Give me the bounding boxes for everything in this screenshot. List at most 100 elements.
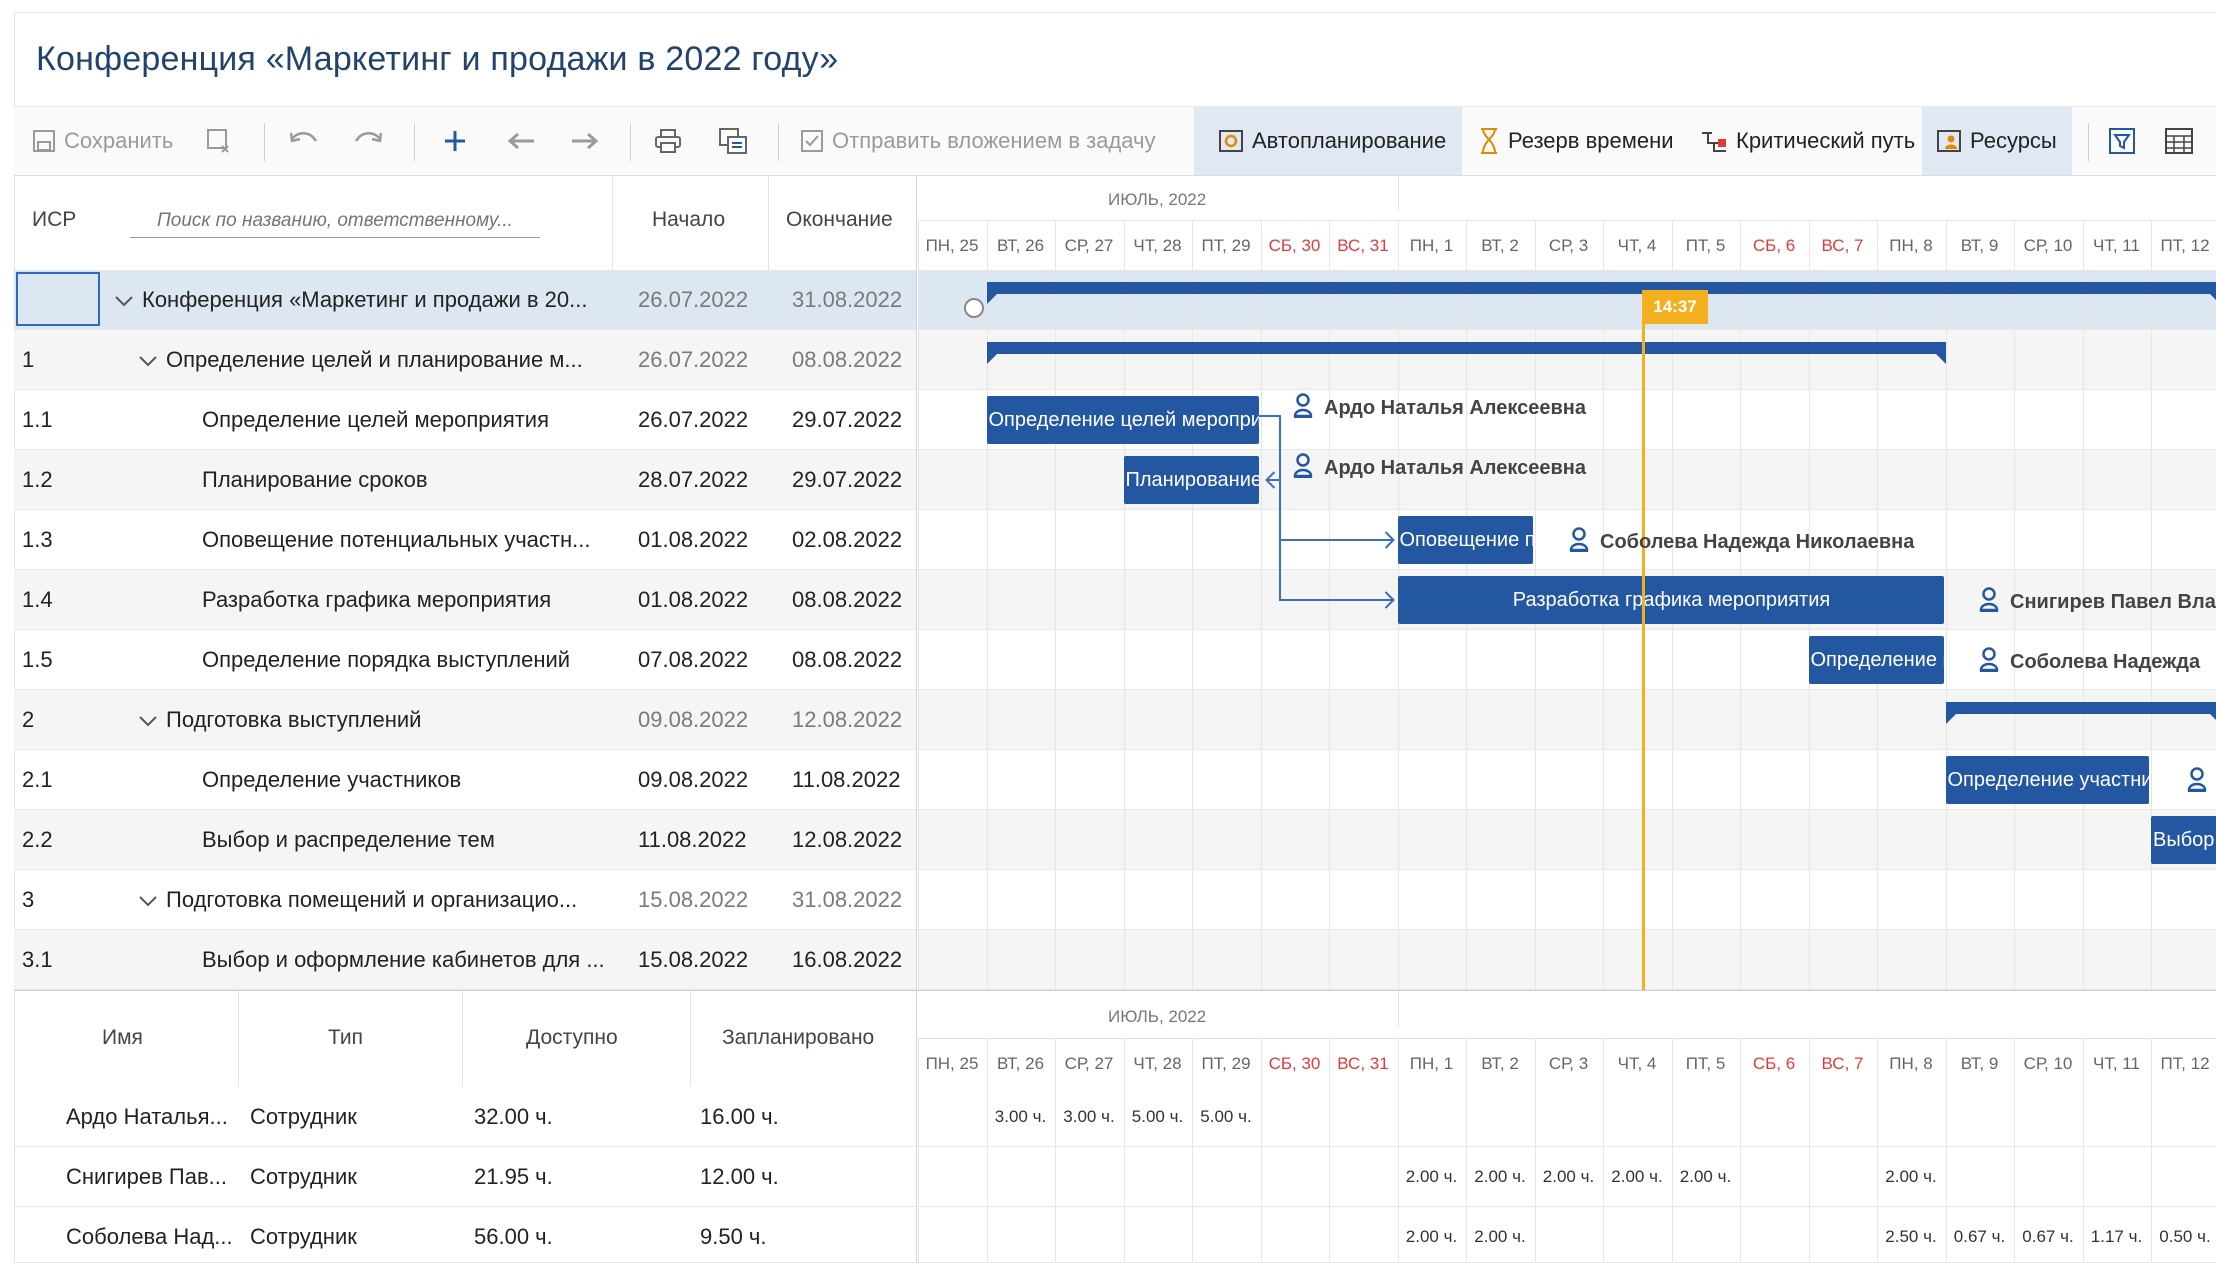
resource-planned-cell: 16.00 ч. xyxy=(700,1104,779,1129)
task-row[interactable]: 2 Подготовка выступлений 09.08.2022 12.08.2… xyxy=(14,690,916,750)
filter-button[interactable] xyxy=(2108,107,2136,175)
task-name-cell[interactable]: Подготовка выступлений xyxy=(138,690,628,750)
task-row[interactable]: 1.3 Оповещение потенциальных участн... 01.… xyxy=(14,510,916,570)
resource-hours-cell: 0.67 ч. xyxy=(2022,1227,2074,1246)
splitter[interactable] xyxy=(916,176,917,1263)
resource-gantt-row-line xyxy=(918,1206,2216,1207)
start-date-cell[interactable]: 01.08.2022 xyxy=(638,510,748,570)
start-date-cell[interactable]: 28.07.2022 xyxy=(638,450,748,510)
search-field[interactable] xyxy=(130,204,540,238)
task-name-cell[interactable]: Конференция «Маркетинг и продажи в 20... xyxy=(114,270,628,330)
task-name: Планирование сроков xyxy=(202,467,428,492)
critical-path-toggle[interactable]: Критический путь xyxy=(1700,107,1915,175)
send-attachment-button[interactable]: Отправить вложением в задачу xyxy=(800,107,1156,175)
task-row[interactable]: 1.5 Определение порядка выступлений 07.08.… xyxy=(14,630,916,690)
task-row[interactable]: 1 Определение целей и планирование м... 26… xyxy=(14,330,916,390)
wbs-cell: 2 xyxy=(22,707,35,732)
end-date-cell[interactable]: 12.08.2022 xyxy=(792,810,902,870)
resource-planned-header: Запланировано xyxy=(722,1026,875,1049)
calendar-view-button[interactable] xyxy=(2164,107,2194,175)
resources-icon xyxy=(1937,130,1961,152)
start-date-cell[interactable]: 26.07.2022 xyxy=(638,270,748,330)
task-name-cell[interactable]: Оповещение потенциальных участн... xyxy=(202,510,628,570)
wbs-cell: 1.4 xyxy=(22,587,53,612)
chevron-down-icon[interactable] xyxy=(138,871,158,930)
task-name-cell[interactable]: Определение целей и планирование м... xyxy=(138,330,628,390)
start-date-cell[interactable]: 15.08.2022 xyxy=(638,930,748,990)
time-reserve-toggle[interactable]: Резерв времени xyxy=(1478,107,1674,175)
task-row[interactable]: 1.4 Разработка графика мероприятия 01.08.2… xyxy=(14,570,916,630)
save-as-button[interactable] xyxy=(206,107,234,175)
resources-toggle[interactable]: Ресурсы xyxy=(1922,107,2072,175)
resource-hours-cell: 2.00 ч. xyxy=(1405,1167,1458,1186)
end-date-cell[interactable]: 08.08.2022 xyxy=(792,330,902,390)
add-task-button[interactable] xyxy=(442,107,468,175)
resource-row[interactable]: Снигирев Пав... Сотрудник 21.95 ч. 12.00 ч. xyxy=(14,1147,916,1207)
end-date-cell[interactable]: 02.08.2022 xyxy=(792,510,902,570)
task-row[interactable]: 1.2 Планирование сроков 28.07.2022 29.07.20… xyxy=(14,450,916,510)
wbs-cell: 1.2 xyxy=(22,467,53,492)
undo-button[interactable] xyxy=(288,107,320,175)
end-date-cell[interactable]: 31.08.2022 xyxy=(792,870,902,930)
task-row[interactable]: 3.1 Выбор и оформление кабинетов для ... 1… xyxy=(14,930,916,990)
print-button[interactable] xyxy=(654,107,682,175)
start-date-cell[interactable]: 26.07.2022 xyxy=(638,390,748,450)
resource-row[interactable]: Соболева Над... Сотрудник 56.00 ч. 9.50 ч. xyxy=(14,1207,916,1263)
task-row[interactable]: 1.1 Определение целей мероприятия 26.07.20… xyxy=(14,390,916,450)
task-name-cell[interactable]: Разработка графика мероприятия xyxy=(202,570,628,630)
end-date-cell[interactable]: 29.07.2022 xyxy=(792,390,902,450)
task-name-cell[interactable]: Выбор и распределение тем xyxy=(202,810,628,870)
resource-planned-cell: 9.50 ч. xyxy=(700,1224,767,1249)
start-date-cell[interactable]: 09.08.2022 xyxy=(638,750,748,810)
start-date-cell[interactable]: 11.08.2022 xyxy=(638,810,746,870)
resource-hours-cell: 0.67 ч. xyxy=(1953,1227,2006,1246)
chevron-down-icon[interactable] xyxy=(138,691,158,750)
start-date-cell[interactable]: 26.07.2022 xyxy=(638,330,748,390)
critical-path-label: Критический путь xyxy=(1736,128,1916,153)
save-label: Сохранить xyxy=(64,128,174,153)
task-row[interactable]: 2.1 Определение участников 09.08.2022 11.08… xyxy=(14,750,916,810)
start-date-cell[interactable]: 09.08.2022 xyxy=(638,690,748,750)
task-row[interactable]: 3 Подготовка помещений и организацио... 15… xyxy=(14,870,916,930)
task-row[interactable]: 2.2 Выбор и распределение тем 11.08.2022 12… xyxy=(14,810,916,870)
end-date-cell[interactable]: 31.08.2022 xyxy=(792,270,902,330)
chevron-down-icon[interactable] xyxy=(138,331,158,390)
end-date-cell[interactable]: 11.08.2022 xyxy=(792,750,900,810)
export-button[interactable] xyxy=(718,107,748,175)
hourglass-icon xyxy=(1481,128,1497,154)
resource-hours-cell: 5.00 ч. xyxy=(1200,1107,1252,1126)
task-name-cell[interactable]: Определение участников xyxy=(202,750,628,810)
wbs-cell: 2.2 xyxy=(22,827,53,852)
resource-type-cell: Сотрудник xyxy=(250,1224,357,1249)
autoplan-toggle[interactable]: Автопланирование xyxy=(1194,107,1462,175)
resource-type-cell: Сотрудник xyxy=(250,1164,357,1189)
outdent-button[interactable] xyxy=(506,107,536,175)
task-row[interactable]: Конференция «Маркетинг и продажи в 20...… xyxy=(14,270,916,330)
save-button[interactable]: Сохранить xyxy=(32,107,173,175)
task-name-cell[interactable]: Определение целей мероприятия xyxy=(202,390,628,450)
resource-available-cell: 32.00 ч. xyxy=(474,1104,553,1129)
task-name-cell[interactable]: Выбор и оформление кабинетов для ... xyxy=(202,930,628,990)
task-name-cell[interactable]: Планирование сроков xyxy=(202,450,628,510)
end-date-cell[interactable]: 08.08.2022 xyxy=(792,570,902,630)
resource-type-cell: Сотрудник xyxy=(250,1104,357,1129)
end-date-cell[interactable]: 08.08.2022 xyxy=(792,630,902,690)
print-icon xyxy=(655,129,681,153)
save-as-icon xyxy=(207,129,229,153)
chevron-down-icon[interactable] xyxy=(114,271,134,330)
end-date-cell[interactable]: 29.07.2022 xyxy=(792,450,902,510)
search-input[interactable] xyxy=(130,204,540,237)
start-date-cell[interactable]: 07.08.2022 xyxy=(638,630,748,690)
end-date-cell[interactable]: 16.08.2022 xyxy=(792,930,902,990)
end-date-cell[interactable]: 12.08.2022 xyxy=(792,690,902,750)
task-name-cell[interactable]: Определение порядка выступлений xyxy=(202,630,628,690)
resource-hours-cell: 0.50 ч. xyxy=(2159,1227,2211,1246)
undo-icon xyxy=(289,132,318,143)
resource-row[interactable]: Ардо Наталья... Сотрудник 32.00 ч. 16.00 ч. xyxy=(14,1087,916,1147)
start-date-cell[interactable]: 15.08.2022 xyxy=(638,870,748,930)
indent-button[interactable] xyxy=(570,107,600,175)
start-date-cell[interactable]: 01.08.2022 xyxy=(638,570,748,630)
redo-button[interactable] xyxy=(352,107,384,175)
selected-cell[interactable] xyxy=(16,272,100,326)
task-name-cell[interactable]: Подготовка помещений и организацио... xyxy=(138,870,628,930)
